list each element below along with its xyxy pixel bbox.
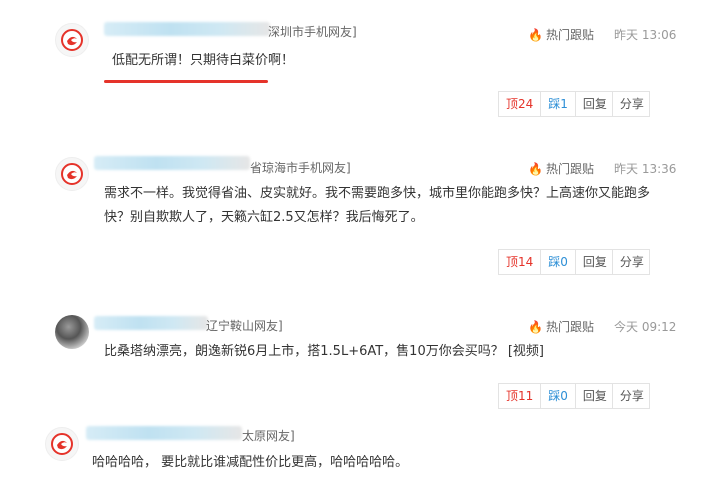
hot-tag: 🔥 热门跟贴 [528,26,594,43]
comment-text: 低配无所谓！只期待白菜价啊！ [112,53,295,68]
netease-logo-icon [51,433,73,455]
flame-icon: 🔥 [528,320,543,334]
comment-actions: 顶11 踩0 回复 分享 [498,383,650,409]
user-location: 深圳市手机网友] [268,25,357,39]
downvote-button[interactable]: 踩1 [540,91,576,117]
upvote-button[interactable]: 顶11 [498,383,542,409]
upvote-button[interactable]: 顶14 [498,249,542,275]
avatar[interactable] [55,315,89,349]
comment-text-line-1: 需求不一样。我觉得省油、皮实就好。我不需要跑多快，城市里你能跑多快？上高速你又能… [104,186,651,201]
netease-logo-icon [61,29,83,51]
reply-button[interactable]: 回复 [574,91,613,117]
comment-time: 昨天 13:06 [614,28,677,42]
username-blurred [94,316,208,330]
comment-text: 比桑塔纳漂亮，朗逸新锐6月上市，搭1.5L+6AT，售10万你会买吗？ [视频] [104,344,544,359]
upvote-button[interactable]: 顶24 [498,91,542,117]
reply-button[interactable]: 回复 [574,383,613,409]
comment-text-line-2: 快？别自欺欺人了，天籁六缸2.5又怎样？我后悔死了。 [104,210,424,225]
netease-logo-icon [61,163,83,185]
hot-tag: 🔥 热门跟贴 [528,160,594,177]
avatar[interactable] [45,427,79,461]
user-location: 太原网友] [242,429,295,443]
username-blurred [94,156,250,170]
hot-label: 热门跟贴 [545,162,594,176]
username-blurred [104,22,270,36]
user-location: 辽宁鞍山网友] [206,319,283,333]
downvote-button[interactable]: 踩0 [540,383,576,409]
comment-actions: 顶14 踩0 回复 分享 [498,249,650,275]
share-button[interactable]: 分享 [611,383,650,409]
hot-label: 热门跟贴 [545,320,594,334]
highlight-underline [104,80,268,83]
hot-label: 热门跟贴 [545,28,594,42]
flame-icon: 🔥 [528,162,543,176]
hot-tag: 🔥 热门跟贴 [528,318,594,335]
reply-button[interactable]: 回复 [574,249,613,275]
comment-time: 今天 09:12 [614,320,677,334]
avatar[interactable] [55,157,89,191]
avatar[interactable] [55,23,89,57]
comment-actions: 顶24 踩1 回复 分享 [498,91,650,117]
comment-time: 昨天 13:36 [614,162,677,176]
comment-text: 哈哈哈哈， 要比就比谁减配性价比更高，哈哈哈哈哈。 [92,455,409,470]
user-location: 省琼海市手机网友] [250,161,351,175]
downvote-button[interactable]: 踩0 [540,249,576,275]
share-button[interactable]: 分享 [611,249,650,275]
flame-icon: 🔥 [528,28,543,42]
share-button[interactable]: 分享 [611,91,650,117]
username-blurred [86,426,242,440]
